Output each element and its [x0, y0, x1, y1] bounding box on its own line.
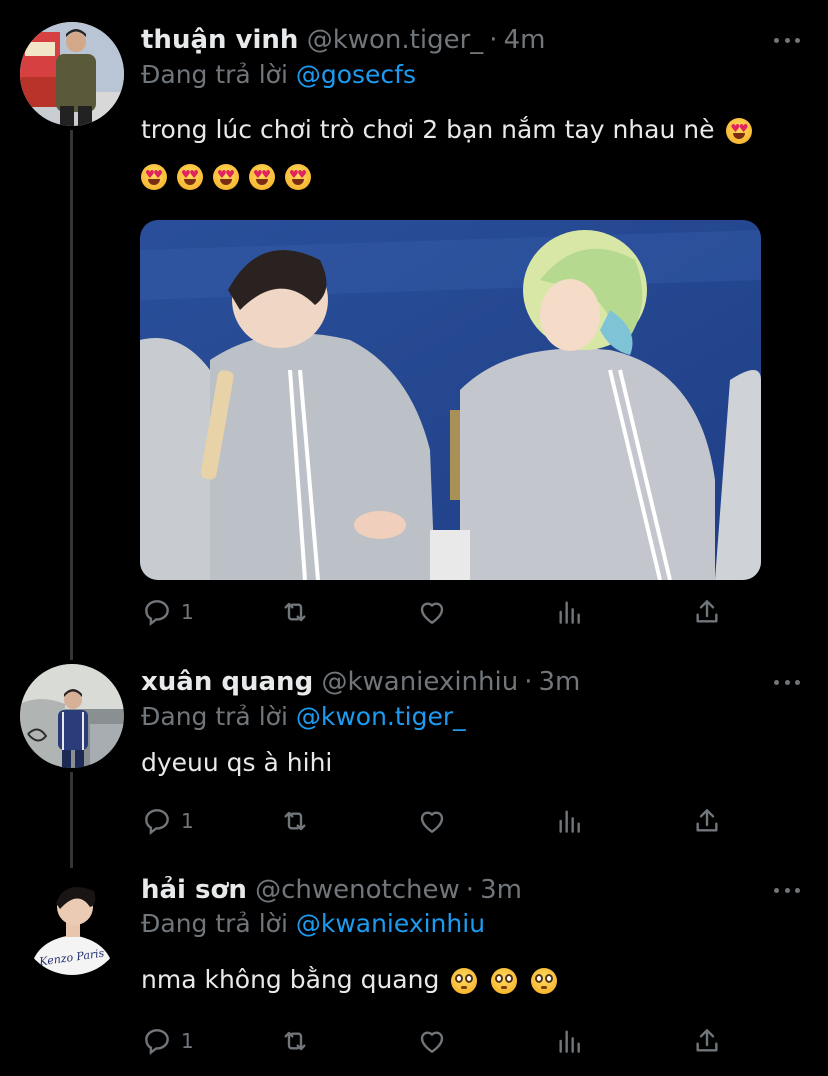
share-icon [696, 600, 718, 623]
like-icon [420, 1031, 444, 1053]
separator-dot: · [524, 667, 533, 697]
thread-line [70, 130, 73, 660]
avatar[interactable]: Kenzo Paris [20, 871, 124, 975]
avatar[interactable] [20, 664, 124, 768]
handle[interactable]: @kwon.tiger_ [307, 25, 484, 55]
reply-icon [145, 1029, 169, 1056]
retweet-button[interactable] [279, 596, 311, 628]
display-name[interactable]: xuân quang [141, 667, 313, 697]
analytics-button[interactable] [554, 596, 586, 628]
avatar[interactable] [20, 22, 124, 126]
tweet-actions: 1 [141, 1025, 731, 1059]
reply-button[interactable]: 1 [141, 596, 194, 628]
reply-count: 1 [181, 809, 194, 833]
flushed-emoji [451, 968, 478, 994]
replying-to: Đang trả lời @kwon.tiger_ [141, 702, 466, 732]
separator-dot: · [489, 25, 498, 55]
retweet-icon [284, 602, 306, 622]
reply-button[interactable]: 1 [141, 805, 194, 837]
tweet-text-content: dyeuu qs à hihi [141, 748, 333, 777]
emoji-row [141, 164, 311, 190]
like-icon [420, 602, 444, 624]
heart-eyes-emoji [141, 164, 167, 190]
retweet-icon [284, 1031, 306, 1051]
retweet-button[interactable] [279, 1025, 311, 1057]
timestamp[interactable]: 3m [480, 875, 522, 905]
heart-eyes-emoji [213, 164, 239, 190]
reply-icon [145, 809, 169, 836]
heart-eyes-emoji [177, 164, 203, 190]
mention-link[interactable]: @kwon.tiger_ [296, 702, 466, 731]
separator-dot: · [465, 875, 475, 905]
replying-to: Đang trả lời @gosecfs [141, 60, 416, 90]
analytics-icon [559, 810, 580, 833]
tweet-media-photo[interactable] [140, 220, 761, 580]
like-button[interactable] [416, 1025, 448, 1057]
tweet-header: thuận vinh @kwon.tiger_ · 4m [141, 25, 545, 55]
timestamp[interactable]: 4m [504, 25, 546, 55]
more-icon[interactable] [774, 886, 800, 894]
more-icon[interactable] [774, 678, 800, 686]
thread-line [70, 772, 73, 868]
retweet-icon [284, 811, 306, 831]
flushed-emoji [491, 968, 518, 994]
display-name[interactable]: hải sơn [141, 875, 247, 905]
reply-count: 1 [181, 600, 194, 624]
retweet-button[interactable] [279, 805, 311, 837]
tweet-header: xuân quang @kwaniexinhiu · 3m [141, 667, 580, 697]
share-button[interactable] [691, 805, 723, 837]
mention-link[interactable]: @kwaniexinhiu [296, 909, 485, 938]
analytics-icon [559, 1030, 580, 1053]
replying-prefix: Đang trả lời [141, 909, 288, 938]
tweet-text: trong lúc chơi trò chơi 2 bạn nắm tay nh… [141, 107, 753, 153]
like-icon [420, 811, 444, 833]
more-icon[interactable] [774, 36, 800, 44]
tweet-text: nma không bằng quang [141, 957, 558, 1003]
handle[interactable]: @kwaniexinhiu [321, 667, 518, 697]
share-icon [696, 809, 718, 832]
analytics-button[interactable] [554, 1025, 586, 1057]
flushed-emoji [531, 968, 558, 994]
mention-link[interactable]: @gosecfs [296, 60, 416, 89]
analytics-icon [559, 601, 580, 624]
tweet-actions: 1 [141, 596, 731, 630]
replying-to: Đang trả lời @kwaniexinhiu [141, 909, 485, 939]
share-icon [696, 1029, 718, 1052]
heart-eyes-emoji [285, 164, 311, 190]
timestamp[interactable]: 3m [538, 667, 580, 697]
tweet-text: dyeuu qs à hihi [141, 740, 332, 786]
display-name[interactable]: thuận vinh [141, 25, 298, 55]
heart-eyes-emoji [726, 118, 753, 144]
tweet-actions: 1 [141, 805, 731, 839]
heart-eyes-emoji [249, 164, 275, 190]
like-button[interactable] [416, 596, 448, 628]
tweet-header: hải sơn @chwenotchew · 3m [141, 875, 522, 905]
analytics-button[interactable] [554, 805, 586, 837]
share-button[interactable] [691, 1025, 723, 1057]
share-button[interactable] [691, 596, 723, 628]
tweet-text-content: trong lúc chơi trò chơi 2 bạn nắm tay nh… [141, 115, 715, 144]
handle[interactable]: @chwenotchew [255, 875, 460, 905]
replying-prefix: Đang trả lời [141, 702, 288, 731]
replying-prefix: Đang trả lời [141, 60, 288, 89]
like-button[interactable] [416, 805, 448, 837]
reply-count: 1 [181, 1029, 194, 1053]
reply-icon [145, 600, 169, 627]
reply-button[interactable]: 1 [141, 1025, 194, 1057]
tweet-text-content: nma không bằng quang [141, 965, 440, 994]
